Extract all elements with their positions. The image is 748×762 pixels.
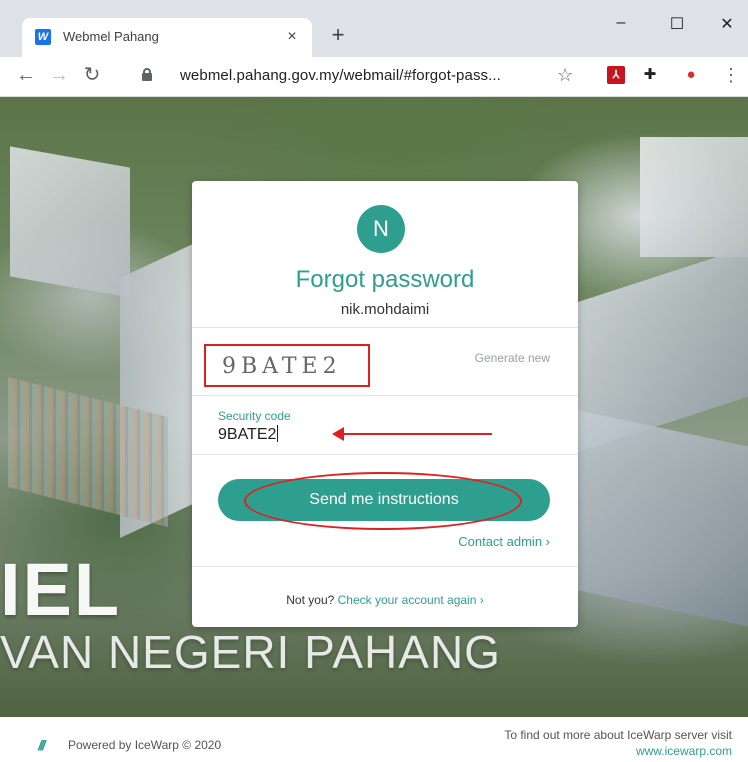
address-bar[interactable]: webmel.pahang.gov.my/webmail/#forgot-pas… xyxy=(140,61,590,91)
security-code-label: Security code xyxy=(218,409,291,423)
page-title: Forgot password xyxy=(295,266,475,293)
check-account-again-link[interactable]: Check your account again › xyxy=(338,593,484,607)
lock-icon[interactable] xyxy=(142,68,152,81)
forgot-password-card: N Forgot password nik.mohdaimi 9BATE2 Ge… xyxy=(192,181,578,627)
back-arrow-icon[interactable]: ← xyxy=(14,63,38,87)
puzzle-extension-icon[interactable]: ✚ xyxy=(641,66,659,84)
page-background: IEL VAN NEGERI PAHANG N Forgot password … xyxy=(0,97,748,717)
page-footer: /// Powered by IceWarp © 2020 To find ou… xyxy=(0,717,748,762)
annotation-arrow-head xyxy=(332,427,344,441)
webmel-favicon-icon: W xyxy=(35,29,51,45)
tab-close-icon[interactable]: × xyxy=(282,27,302,47)
new-tab-button[interactable]: + xyxy=(326,23,350,47)
not-you-row: Not you? Check your account again › xyxy=(192,593,578,607)
divider xyxy=(192,566,578,567)
annotation-arrow xyxy=(342,433,492,435)
icewarp-logo-icon: /// xyxy=(38,737,46,753)
pdf-extension-icon[interactable]: ⅄ xyxy=(607,66,625,84)
reload-icon[interactable]: ↻ xyxy=(80,63,104,87)
contact-admin-link[interactable]: Contact admin › xyxy=(458,534,550,549)
background-brand-subtext: VAN NEGERI PAHANG xyxy=(0,626,501,678)
divider xyxy=(192,454,578,455)
username-label: nik.mohdaimi xyxy=(340,301,430,318)
menu-dots-icon[interactable]: ⋮ xyxy=(722,63,740,87)
text-caret xyxy=(277,425,279,442)
send-instructions-button[interactable]: Send me instructions xyxy=(218,479,550,521)
background-brand-text: IEL xyxy=(0,548,122,631)
divider xyxy=(192,395,578,396)
browser-toolbar: ← → ↻ webmel.pahang.gov.my/webmail/#forg… xyxy=(0,57,748,97)
find-more-text: To find out more about IceWarp server vi… xyxy=(504,728,732,742)
browser-tabstrip: W Webmel Pahang × + – ☐ ✕ xyxy=(0,0,748,57)
generate-new-link[interactable]: Generate new xyxy=(475,351,550,365)
divider xyxy=(192,327,578,328)
icewarp-link[interactable]: www.icewarp.com xyxy=(636,744,732,758)
captcha-image: 9BATE2 xyxy=(204,344,370,387)
forward-arrow-icon[interactable]: → xyxy=(47,63,71,87)
background-building xyxy=(565,407,748,627)
tab-title: Webmel Pahang xyxy=(63,29,159,44)
window-minimize-button[interactable]: – xyxy=(598,14,644,32)
window-close-button[interactable]: ✕ xyxy=(704,14,748,34)
security-code-input[interactable]: 9BATE2 xyxy=(218,425,418,447)
powered-by-text: Powered by IceWarp © 2020 xyxy=(68,738,222,752)
user-avatar: N xyxy=(357,205,405,253)
bookmark-star-icon[interactable]: ☆ xyxy=(557,65,573,86)
captcha-text: 9BATE2 xyxy=(222,354,342,379)
url-text[interactable]: webmel.pahang.gov.my/webmail/#forgot-pas… xyxy=(180,67,501,84)
not-you-text: Not you? xyxy=(286,593,335,607)
background-building xyxy=(640,137,748,257)
background-building xyxy=(10,146,130,298)
security-code-value: 9BATE2 xyxy=(218,426,277,443)
window-maximize-button[interactable]: ☐ xyxy=(654,14,700,34)
red-extension-icon[interactable]: ● xyxy=(682,66,700,84)
browser-tab[interactable]: W Webmel Pahang × xyxy=(22,18,312,57)
